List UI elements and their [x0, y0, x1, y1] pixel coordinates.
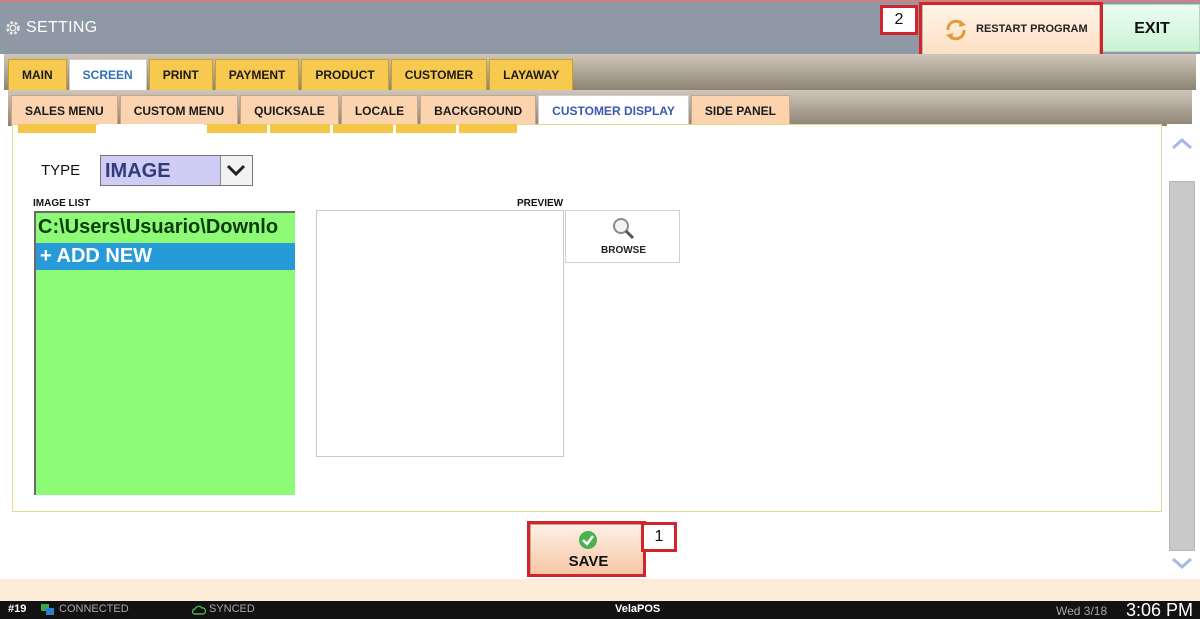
- tab-quicksale[interactable]: QUICKSALE: [240, 95, 339, 126]
- preview-label: PREVIEW: [517, 198, 564, 209]
- main-tabs: MAIN SCREEN PRINT PAYMENT PRODUCT CUSTOM…: [8, 59, 575, 90]
- type-select-value: IMAGE: [105, 160, 171, 182]
- tab-product[interactable]: PRODUCT: [301, 59, 389, 90]
- image-preview: [316, 210, 564, 457]
- save-annotation-number: 1: [641, 522, 677, 552]
- status-date: Wed 3/18: [1056, 604, 1108, 618]
- tab-locale[interactable]: LOCALE: [340, 95, 419, 126]
- tab-screen[interactable]: SCREEN: [68, 59, 147, 90]
- type-label: TYPE: [41, 162, 81, 179]
- connection-status: CONNECTED: [59, 603, 129, 615]
- browse-button[interactable]: BROWSE: [565, 210, 680, 263]
- window-title: SETTING: [26, 19, 98, 36]
- tab-payment[interactable]: PAYMENT: [214, 59, 300, 90]
- gear-icon: [6, 21, 20, 35]
- tab-customer-display[interactable]: CUSTOMER DISPLAY: [538, 95, 689, 126]
- exit-label: EXIT: [1134, 20, 1170, 37]
- image-list-item[interactable]: C:\Users\Usuario\Downlo: [38, 216, 295, 239]
- cloud-icon: [192, 605, 206, 615]
- sub-tabs: SALES MENU CUSTOM MENU QUICKSALE LOCALE …: [11, 95, 792, 126]
- scroll-up-icon[interactable]: [1167, 132, 1197, 156]
- chevron-down-icon[interactable]: [220, 156, 252, 185]
- scroll-down-icon[interactable]: [1167, 551, 1197, 575]
- scrollbar-thumb[interactable]: [1169, 181, 1195, 551]
- exit-button[interactable]: EXIT: [1102, 4, 1200, 52]
- network-icon: [41, 604, 54, 615]
- restart-annotation-box: [919, 2, 1103, 58]
- image-list[interactable]: C:\Users\Usuario\Downlo + ADD NEW: [34, 211, 295, 495]
- brand-name: VelaPOS: [615, 603, 661, 615]
- tab-side-panel[interactable]: SIDE PANEL: [690, 95, 790, 126]
- tab-print[interactable]: PRINT: [148, 59, 213, 90]
- browse-label: BROWSE: [601, 245, 646, 256]
- tab-layaway[interactable]: LAYAWAY: [489, 59, 574, 90]
- type-select[interactable]: IMAGE: [100, 155, 253, 186]
- magnifier-icon: [613, 218, 635, 240]
- tab-customer[interactable]: CUSTOMER: [390, 59, 488, 90]
- add-new-button[interactable]: + ADD NEW: [36, 243, 295, 270]
- footer-band: [0, 579, 1200, 601]
- status-bar: #19 CONNECTED SYNCED VelaPOS Wed 3/18 3:…: [0, 600, 1200, 619]
- save-annotation-box: [527, 521, 646, 577]
- vertical-scrollbar[interactable]: [1167, 124, 1197, 579]
- tab-background[interactable]: BACKGROUND: [420, 95, 537, 126]
- tab-custom-menu[interactable]: CUSTOM MENU: [119, 95, 239, 126]
- image-list-label: IMAGE LIST: [33, 198, 91, 209]
- sync-status: SYNCED: [209, 603, 255, 615]
- tab-sales-menu[interactable]: SALES MENU: [11, 95, 118, 126]
- status-time: 3:06 PM: [1126, 600, 1194, 619]
- station-number: #19: [8, 603, 27, 615]
- tab-main[interactable]: MAIN: [8, 59, 67, 90]
- restart-annotation-number: 2: [880, 5, 918, 35]
- hidden-tab-strip: [18, 124, 520, 133]
